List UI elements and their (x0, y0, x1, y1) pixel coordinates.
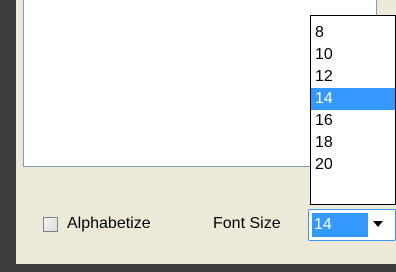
dropdown-option-12[interactable]: 12 (311, 66, 395, 88)
window-edge-left (0, 0, 16, 272)
font-size-dropdown-list[interactable]: 8 10 12 14 16 18 20 (310, 15, 396, 205)
alphabetize-checkbox[interactable] (43, 217, 58, 232)
chevron-down-icon[interactable] (373, 221, 383, 227)
dropdown-option-20[interactable]: 20 (311, 154, 395, 176)
font-size-selected-value: 14 (312, 213, 368, 237)
dropdown-option-10[interactable]: 10 (311, 44, 395, 66)
window-edge-bottom (0, 264, 396, 272)
dropdown-option-8[interactable]: 8 (311, 22, 395, 44)
dropdown-option-18[interactable]: 18 (311, 132, 395, 154)
dropdown-option-16[interactable]: 16 (311, 110, 395, 132)
alphabetize-label[interactable]: Alphabetize (67, 215, 151, 233)
dropdown-option-14[interactable]: 14 (311, 88, 395, 110)
font-size-select[interactable]: 14 (308, 209, 396, 241)
font-size-label: Font Size (213, 215, 281, 232)
